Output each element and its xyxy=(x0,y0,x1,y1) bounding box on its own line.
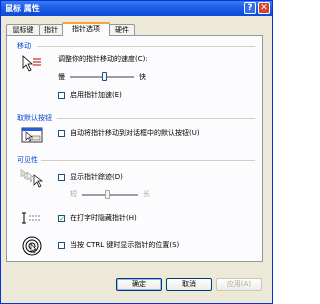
snap-to-default-label: 自动将指针移动到对话框中的默认按钮(U) xyxy=(70,129,200,137)
snap-to-default-checkbox[interactable] xyxy=(58,130,65,137)
hide-pointer-icon xyxy=(22,212,41,224)
pointer-speed-icon xyxy=(22,55,41,72)
trails-slider-thumb[interactable] xyxy=(104,190,110,199)
cancel-button[interactable]: 取消 xyxy=(166,278,212,291)
hide-while-typing-label: 在打字时隐藏指针(H) xyxy=(70,214,137,222)
pointer-options-panel: 移动 调整你的指针移动的速度(C): 慢 快 启用指针加速(E) 取默认按钮 自… xyxy=(6,35,263,262)
speed-slow-label: 慢 xyxy=(58,73,65,81)
motion-group-title: 移动 xyxy=(17,42,31,50)
enhance-precision-checkbox[interactable] xyxy=(58,92,65,99)
speed-slider-thumb[interactable] xyxy=(102,72,108,81)
snap-group-divider xyxy=(57,118,255,119)
trails-slider-track[interactable] xyxy=(82,194,138,197)
visibility-group-divider xyxy=(41,160,255,161)
help-button[interactable]: ? xyxy=(244,2,256,14)
close-button[interactable]: ✕ xyxy=(258,2,270,14)
speed-label: 调整你的指针移动的速度(C): xyxy=(58,55,148,63)
ok-button[interactable]: 确定 xyxy=(116,278,162,291)
trails-long-label: 长 xyxy=(143,190,150,198)
enhance-precision-label: 启用指针加速(E) xyxy=(70,91,122,99)
tab-pointers[interactable]: 指针 xyxy=(39,24,63,35)
window-title: 鼠标 属性 xyxy=(5,4,40,13)
tab-pointer-options[interactable]: 指针选项 xyxy=(62,22,110,36)
title-bar[interactable]: 鼠标 属性 ? ✕ xyxy=(1,1,272,16)
show-location-ctrl-checkbox[interactable] xyxy=(58,242,65,249)
snap-to-icon xyxy=(21,127,43,143)
hide-while-typing-checkbox[interactable]: ✓ xyxy=(58,215,65,223)
mouse-properties-dialog: 鼠标 属性 ? ✕ 鼠标键 指针 指针选项 硬件 移动 调整你的指针移动的速度(… xyxy=(0,0,273,304)
trails-short-label: 短 xyxy=(70,190,77,198)
snap-group-title: 取默认按钮 xyxy=(17,114,52,122)
tab-buttons[interactable]: 鼠标键 xyxy=(6,24,40,35)
apply-button[interactable]: 应用(A) xyxy=(216,278,262,291)
pointer-trails-label: 显示指针踪迹(D) xyxy=(70,173,123,181)
pointer-trails-icon xyxy=(20,168,44,188)
pointer-trails-checkbox[interactable] xyxy=(58,174,65,181)
speed-fast-label: 快 xyxy=(139,73,146,81)
ctrl-locate-icon xyxy=(22,236,42,256)
show-location-ctrl-label: 当按 CTRL 键时显示指针的位置(S) xyxy=(70,241,180,249)
motion-group-divider xyxy=(37,46,255,47)
tab-hardware[interactable]: 硬件 xyxy=(109,24,135,35)
visibility-group-title: 可见性 xyxy=(17,156,38,164)
